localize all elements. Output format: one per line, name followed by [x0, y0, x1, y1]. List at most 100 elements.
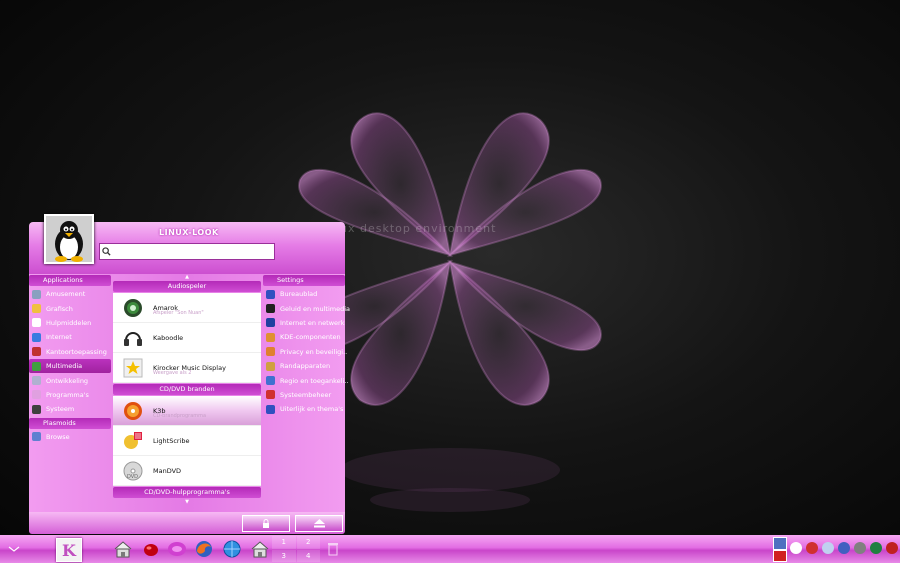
category-item[interactable]: Amusement	[29, 287, 111, 301]
category-item[interactable]: Internet	[29, 330, 111, 344]
category-item[interactable]: Ontwikkeling	[29, 373, 111, 387]
category-label: Hulpmiddelen	[46, 318, 92, 327]
settings-item[interactable]: Regio en toegankeli..	[263, 373, 348, 387]
privacy-icon	[266, 347, 275, 357]
star-icon	[123, 358, 143, 378]
section-cd-dvd-branden: CD/DVD branden	[113, 384, 261, 395]
settings-header[interactable]: Settings	[263, 275, 345, 286]
category-label: Multimedia	[46, 362, 83, 371]
lightscribe-icon	[123, 431, 143, 451]
home-icon[interactable]	[112, 539, 134, 559]
category-item[interactable]: Multimedia	[29, 358, 111, 374]
settings-label: Systeembeheer	[280, 390, 332, 399]
pager-desktop-4[interactable]: 4	[296, 549, 320, 562]
programs-icon	[32, 390, 41, 400]
lock-button[interactable]	[242, 515, 290, 532]
menu-title: LINUX-LOOK	[159, 228, 219, 237]
category-item[interactable]: Kantoortoepassing	[29, 345, 111, 359]
search-input[interactable]	[112, 246, 266, 257]
office-icon	[32, 347, 41, 357]
network-tray-icon[interactable]	[790, 542, 802, 554]
pager-desktop-3[interactable]: 3	[272, 549, 296, 562]
settings-label: Internet en netwerk	[280, 318, 345, 327]
eject-button[interactable]	[295, 515, 343, 532]
trash-icon[interactable]	[326, 539, 340, 559]
bluetooth-tray-icon[interactable]	[838, 542, 850, 554]
settings-item[interactable]: Bureaublad	[263, 287, 345, 301]
firefox-icon[interactable]	[193, 539, 215, 559]
menu-footer	[29, 512, 345, 534]
desktop-icon	[266, 289, 275, 299]
app-name: ManDVD	[153, 466, 182, 475]
category-label: Programma's	[46, 390, 89, 399]
settings-item[interactable]: Uiterlijk en thema's	[263, 402, 345, 416]
system-tray	[770, 537, 900, 562]
category-item[interactable]: Programma's	[29, 388, 111, 402]
category-label: Kantoortoepassing	[46, 347, 107, 356]
ruby-icon[interactable]	[140, 539, 162, 559]
network-icon	[266, 318, 275, 328]
wallpaper-text: ux desktop environment	[340, 222, 497, 235]
peripherals-icon	[266, 361, 275, 371]
app-description: CD-brandprogramma	[153, 413, 207, 419]
settings-column: Settings Bureaublad Geluid en multimedia I…	[263, 274, 350, 512]
clipboard-icon[interactable]	[773, 537, 787, 550]
settings-item[interactable]: Randapparaten	[263, 359, 345, 373]
show-desktop-icon[interactable]	[6, 539, 22, 559]
category-label: Systeem	[46, 405, 75, 414]
category-item[interactable]: Systeem	[29, 402, 111, 416]
applications-column: ▲ Audiospeler Amarok Afspeler "Son Nuan" K…	[113, 274, 261, 512]
region-icon	[266, 376, 275, 386]
tux-icon	[46, 216, 92, 262]
settings-item[interactable]: Privacy en beveiligi..	[263, 345, 348, 359]
plasmoid-item[interactable]: Browse	[29, 430, 111, 444]
scroll-down-arrow[interactable]: ▼	[113, 499, 261, 505]
internet-icon	[32, 332, 41, 342]
plasmoids-header[interactable]: Plasmoids	[29, 417, 111, 429]
applications-header[interactable]: Applications	[29, 275, 111, 286]
pager-desktop-2[interactable]: 2	[296, 536, 320, 549]
app-item[interactable]: Kirocker Music Display Weergave als 2	[113, 353, 261, 383]
update-tray-icon[interactable]	[806, 542, 818, 554]
app-item[interactable]: Kaboodle	[113, 323, 261, 353]
settings-item[interactable]: Systeembeheer	[263, 388, 345, 402]
app-description: Afspeler "Son Nuan"	[153, 310, 204, 316]
eject-icon	[313, 519, 325, 528]
settings-label: Uiterlijk en thema's	[280, 405, 344, 414]
ruby-tray-icon[interactable]	[886, 542, 898, 554]
settings-item[interactable]: Geluid en multimedia	[263, 301, 350, 315]
power-icon[interactable]	[773, 550, 787, 562]
scroll-up-arrow[interactable]: ▲	[113, 274, 261, 280]
category-item[interactable]: Hulpmiddelen	[29, 316, 111, 330]
konqueror-icon[interactable]	[221, 539, 243, 559]
purple-app-icon[interactable]	[166, 539, 188, 559]
category-label: Internet	[46, 333, 72, 342]
app-item[interactable]: LightScribe	[113, 426, 261, 456]
category-item[interactable]: Grafisch	[29, 301, 111, 315]
development-icon	[32, 376, 41, 386]
home-folder-icon[interactable]	[249, 539, 271, 559]
categories-column: Applications Amusement Grafisch Hulpmiddel…	[29, 274, 111, 512]
battery-tray-icon[interactable]	[870, 542, 882, 554]
app-description: Weergave als 2	[153, 370, 192, 376]
appearance-icon	[266, 404, 275, 414]
avatar[interactable]	[44, 214, 94, 264]
graphics-icon	[32, 304, 41, 314]
menu-body: Applications Amusement Grafisch Hulpmiddel…	[29, 274, 350, 512]
app-item[interactable]: DVD ManDVD	[113, 456, 261, 486]
clock-tray-icon[interactable]	[854, 542, 866, 554]
start-button[interactable]: K	[56, 538, 82, 562]
sound-icon	[266, 304, 275, 314]
settings-label: KDE-componenten	[280, 333, 341, 342]
settings-item[interactable]: Internet en netwerk	[263, 316, 345, 330]
settings-label: Privacy en beveiligi..	[280, 347, 348, 356]
category-label: Grafisch	[46, 304, 73, 313]
plasmoid-label: Browse	[46, 432, 70, 441]
pager-desktop-1[interactable]: 1	[272, 536, 296, 549]
settings-label: Bureaublad	[280, 290, 318, 299]
volume-tray-icon[interactable]	[822, 542, 834, 554]
app-item[interactable]: Amarok Afspeler "Son Nuan"	[113, 293, 261, 323]
settings-item[interactable]: KDE-componenten	[263, 330, 345, 344]
app-item[interactable]: K3b CD-brandprogramma	[113, 396, 261, 426]
search-field[interactable]	[99, 243, 275, 260]
